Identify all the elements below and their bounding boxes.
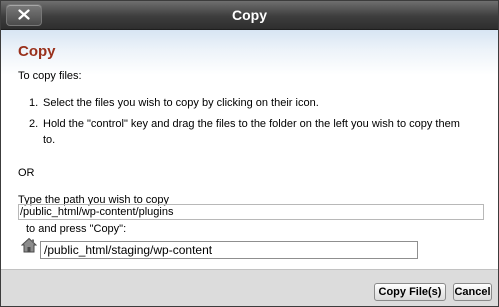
dialog-footer: Copy File(s) Cancel	[1, 269, 498, 306]
source-path-display: /public_html/wp-content/plugins	[18, 204, 484, 220]
destination-path-input[interactable]	[40, 241, 418, 259]
copy-dialog: Copy Copy To copy files: 1. Select the f…	[0, 0, 499, 307]
step-1: 1. Select the files you wish to copy by …	[29, 95, 469, 111]
or-label: OR	[18, 167, 35, 179]
step-2-number: 2.	[29, 118, 39, 130]
step-1-number: 1.	[29, 97, 39, 109]
dialog-content: Copy To copy files: 1. Select the files …	[1, 30, 498, 269]
step-2-text: Hold the "control" key and drag the file…	[43, 118, 460, 146]
home-icon	[21, 237, 37, 253]
intro-text: To copy files:	[18, 70, 82, 82]
cancel-button[interactable]: Cancel	[453, 283, 492, 301]
page-heading: Copy	[18, 43, 56, 60]
step-1-text: Select the files you wish to copy by cli…	[43, 97, 319, 109]
step-2: 2. Hold the "control" key and drag the f…	[29, 116, 471, 148]
dialog-title: Copy	[232, 7, 267, 23]
press-copy-text: to and press "Copy":	[26, 223, 127, 235]
copy-files-button[interactable]: Copy File(s)	[374, 283, 446, 301]
dialog-titlebar: Copy	[1, 1, 498, 30]
